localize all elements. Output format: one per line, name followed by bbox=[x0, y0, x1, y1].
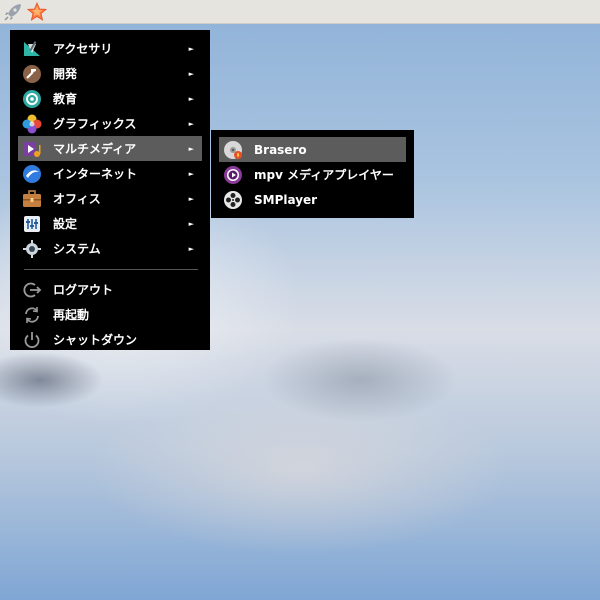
mpv-icon bbox=[223, 165, 243, 185]
submenu-item-label: Brasero bbox=[254, 142, 307, 157]
menu-item-label: マルチメディア bbox=[53, 142, 137, 156]
submenu-item-mpv[interactable]: mpv メディアプレイヤー bbox=[219, 162, 406, 187]
menu-item-education[interactable]: 教育 ► bbox=[18, 86, 202, 111]
graphics-icon bbox=[22, 114, 42, 134]
menu-item-label: ログアウト bbox=[53, 283, 114, 297]
menu-item-label: 再起動 bbox=[53, 308, 90, 322]
smplayer-icon bbox=[223, 190, 243, 210]
submenu-arrow-icon: ► bbox=[188, 169, 194, 178]
menu-item-system[interactable]: システム ► bbox=[18, 236, 202, 261]
submenu-arrow-icon: ► bbox=[188, 219, 194, 228]
submenu-arrow-icon: ► bbox=[188, 144, 194, 153]
menu-item-shutdown[interactable]: シャットダウン bbox=[18, 327, 202, 352]
accessories-icon bbox=[22, 39, 42, 59]
submenu-arrow-icon: ► bbox=[188, 69, 194, 78]
submenu-item-label: mpv メディアプレイヤー bbox=[254, 168, 394, 182]
menu-item-internet[interactable]: インターネット ► bbox=[18, 161, 202, 186]
development-icon bbox=[22, 64, 42, 84]
menu-item-development[interactable]: 開発 ► bbox=[18, 61, 202, 86]
brasero-icon bbox=[223, 140, 243, 160]
submenu-arrow-icon: ► bbox=[188, 119, 194, 128]
launcher-rocket-icon[interactable] bbox=[2, 1, 24, 23]
menu-item-multimedia[interactable]: マルチメディア ► bbox=[18, 136, 202, 161]
menu-item-label: シャットダウン bbox=[53, 333, 138, 347]
submenu-item-brasero[interactable]: Brasero bbox=[219, 137, 406, 162]
menu-item-graphics[interactable]: グラフィックス ► bbox=[18, 111, 202, 136]
menu-item-label: 教育 bbox=[53, 92, 78, 106]
restart-icon bbox=[22, 305, 42, 325]
multimedia-submenu: Brasero mpv メディアプレイヤー SMPlayer bbox=[211, 130, 414, 218]
menu-item-restart[interactable]: 再起動 bbox=[18, 302, 202, 327]
office-icon bbox=[22, 189, 42, 209]
menu-item-label: インターネット bbox=[53, 167, 138, 181]
submenu-item-smplayer[interactable]: SMPlayer bbox=[219, 187, 406, 212]
internet-icon bbox=[22, 164, 42, 184]
submenu-arrow-icon: ► bbox=[188, 44, 194, 53]
menu-item-logout[interactable]: ログアウト bbox=[18, 277, 202, 302]
menu-separator bbox=[24, 269, 198, 270]
submenu-item-label: SMPlayer bbox=[254, 192, 318, 207]
system-icon bbox=[22, 239, 42, 259]
education-icon bbox=[22, 89, 42, 109]
menu-item-accessories[interactable]: アクセサリ ► bbox=[18, 36, 202, 61]
menu-item-label: グラフィックス bbox=[53, 117, 137, 131]
submenu-arrow-icon: ► bbox=[188, 244, 194, 253]
application-menu: アクセサリ ► 開発 ► 教育 ► グラフィックス ► マルチメディア ► イン… bbox=[10, 30, 210, 350]
shutdown-icon bbox=[22, 330, 42, 350]
favorites-star-icon[interactable] bbox=[26, 1, 48, 23]
submenu-arrow-icon: ► bbox=[188, 94, 194, 103]
settings-icon bbox=[22, 214, 42, 234]
submenu-arrow-icon: ► bbox=[188, 194, 194, 203]
logout-icon bbox=[22, 280, 42, 300]
menu-item-office[interactable]: オフィス ► bbox=[18, 186, 202, 211]
multimedia-icon bbox=[22, 139, 42, 159]
menu-item-label: オフィス bbox=[53, 192, 101, 206]
top-panel bbox=[0, 0, 600, 24]
menu-item-label: システム bbox=[53, 242, 101, 256]
menu-item-label: 開発 bbox=[53, 67, 78, 81]
menu-item-label: 設定 bbox=[53, 217, 78, 231]
menu-item-label: アクセサリ bbox=[53, 42, 113, 56]
menu-item-settings[interactable]: 設定 ► bbox=[18, 211, 202, 236]
